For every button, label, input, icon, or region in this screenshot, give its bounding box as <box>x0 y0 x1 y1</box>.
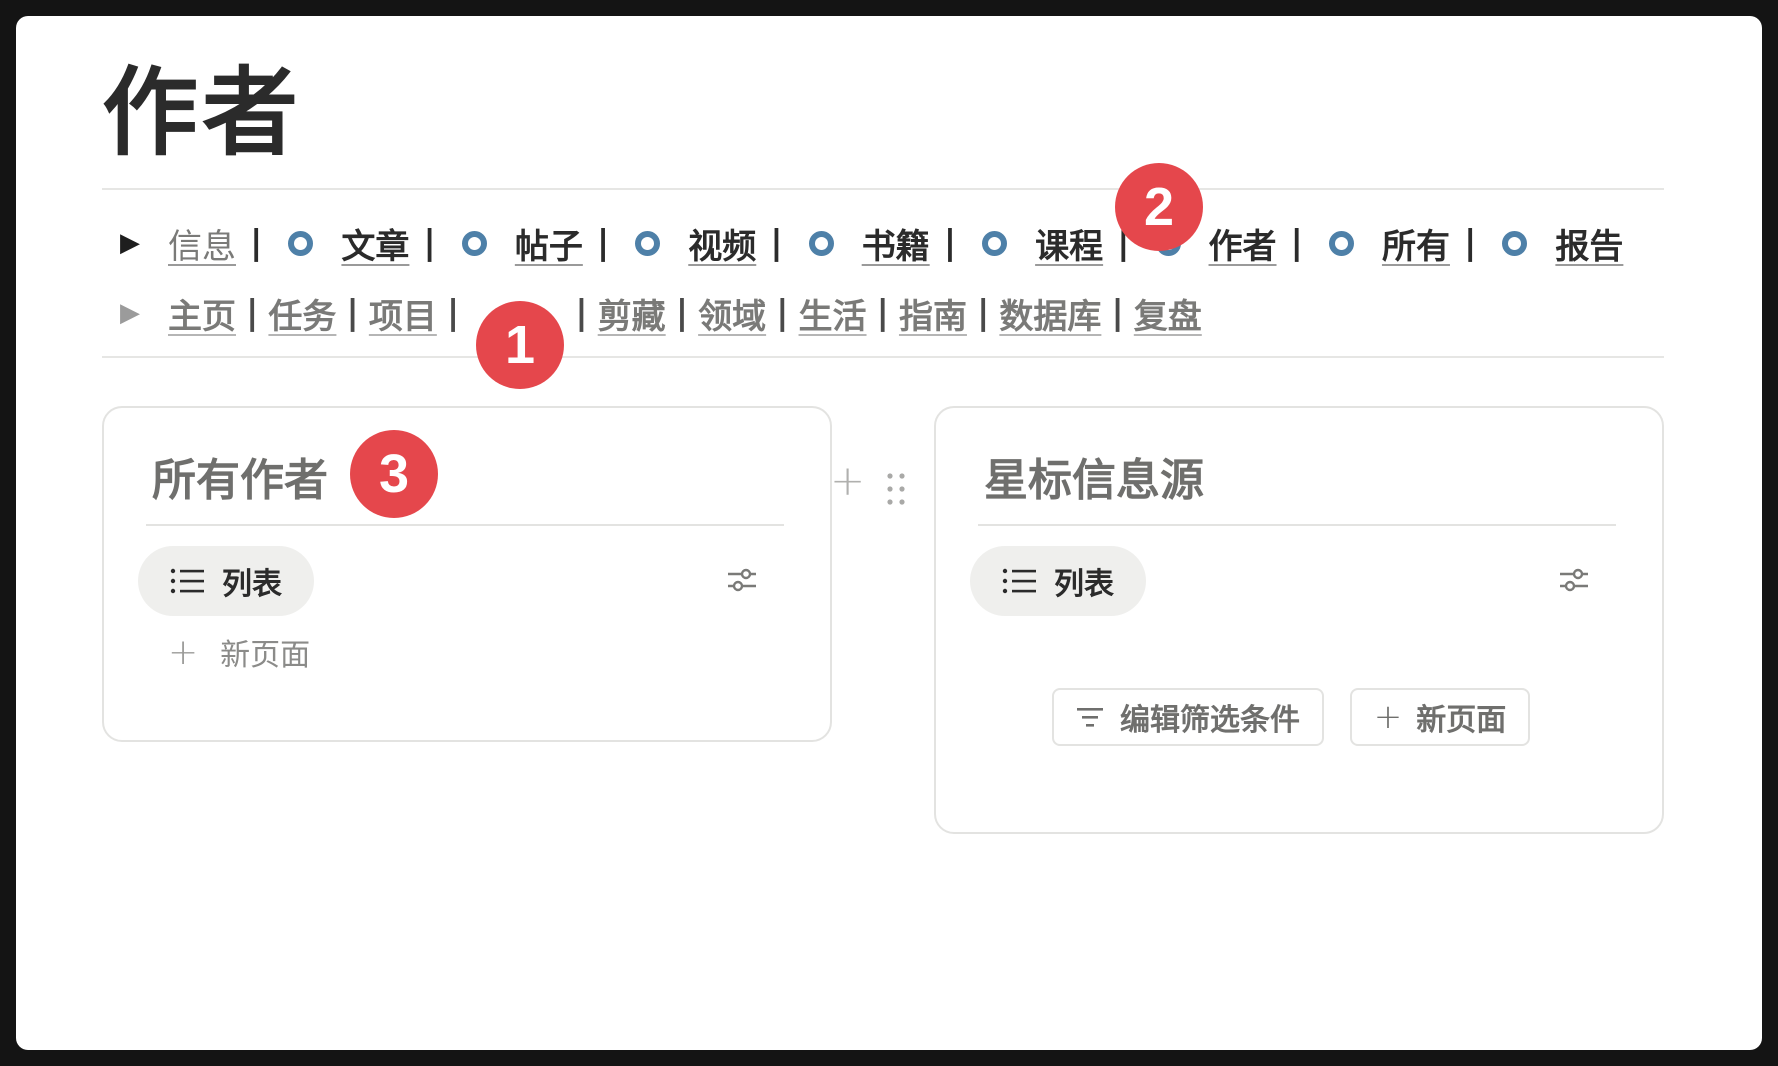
separator: | <box>423 223 436 263</box>
list-view-tab[interactable]: 列表 <box>970 546 1146 616</box>
list-icon <box>1002 568 1036 594</box>
separator: | <box>1463 223 1477 263</box>
circle-icon <box>1502 230 1528 256</box>
separator: | <box>575 293 588 333</box>
nav-link-reports[interactable]: 报告 <box>1555 219 1623 268</box>
page: 作者 ▶ 信息 | 文章 | 帖子 | 视频 | 书籍 | 课程 | 作者 | … <box>16 16 1762 1050</box>
nav-link-authors[interactable]: 作者 <box>1209 219 1277 268</box>
filter-icon <box>1077 708 1103 727</box>
nav-link-all[interactable]: 所有 <box>1382 219 1450 268</box>
nav-link-info[interactable]: 信息 <box>168 219 236 268</box>
nav-link-home[interactable]: 主页 <box>168 289 236 338</box>
separator: | <box>876 293 889 333</box>
nav-link-courses[interactable]: 课程 <box>1035 219 1103 268</box>
separator: | <box>346 293 359 333</box>
new-page-button[interactable]: + 新页面 <box>1350 688 1530 746</box>
nav-link-posts[interactable]: 帖子 <box>515 219 583 268</box>
separator: | <box>675 293 689 333</box>
settings-sliders-icon[interactable] <box>1558 566 1590 594</box>
top-divider <box>102 188 1664 190</box>
view-label: 列表 <box>222 567 282 602</box>
separator: | <box>596 223 610 263</box>
separator: | <box>446 293 460 333</box>
add-column-button[interactable]: + <box>830 456 865 505</box>
card-divider <box>978 524 1616 526</box>
nav-link-areas[interactable]: 领域 <box>698 289 766 338</box>
bottom-divider <box>102 356 1664 358</box>
separator: | <box>776 293 789 333</box>
view-label: 列表 <box>1054 567 1114 602</box>
separator: | <box>246 293 259 333</box>
list-icon <box>170 568 204 594</box>
new-page-label: 新页面 <box>220 638 311 673</box>
separator: | <box>943 223 957 263</box>
annotation-marker-1: 1 <box>476 301 564 389</box>
starred-sources-card: 星标信息源 列表 编辑筛选条件 + 新页面 <box>934 406 1664 834</box>
plus-icon: + <box>168 631 199 673</box>
circle-icon <box>1328 230 1354 256</box>
separator: | <box>1290 223 1303 263</box>
separator: | <box>976 293 990 333</box>
circle-icon <box>288 230 314 256</box>
circle-icon <box>808 230 834 256</box>
drag-handle-icon[interactable] <box>886 472 906 506</box>
nav-link-videos[interactable]: 视频 <box>688 219 756 268</box>
settings-sliders-icon[interactable] <box>726 566 758 594</box>
card-title: 所有作者 <box>152 455 328 506</box>
circle-icon <box>982 230 1008 256</box>
annotation-marker-3: 3 <box>350 430 438 518</box>
card-divider <box>146 524 784 526</box>
edit-filter-button[interactable]: 编辑筛选条件 <box>1052 688 1324 746</box>
annotation-marker-2: 2 <box>1115 163 1203 251</box>
edit-filter-label: 编辑筛选条件 <box>1120 703 1300 738</box>
nav-link-life[interactable]: 生活 <box>799 289 867 338</box>
toggle-triangle-icon[interactable]: ▶ <box>120 228 142 258</box>
nav-link-tasks[interactable]: 任务 <box>268 289 336 338</box>
toggle-triangle-icon[interactable]: ▶ <box>120 298 142 328</box>
nav-link-books[interactable]: 书籍 <box>862 219 930 268</box>
nav-link-clips[interactable]: 剪藏 <box>598 289 666 338</box>
all-authors-card: 所有作者 列表 + 新页面 <box>102 406 832 742</box>
circle-icon <box>461 230 487 256</box>
nav-link-articles[interactable]: 文章 <box>341 219 409 268</box>
nav-link-review[interactable]: 复盘 <box>1134 289 1202 338</box>
separator: | <box>250 223 263 263</box>
list-view-tab[interactable]: 列表 <box>138 546 314 616</box>
nav-link-projects[interactable]: 项目 <box>369 289 437 338</box>
separator: | <box>770 223 783 263</box>
new-page-button[interactable]: + 新页面 <box>168 630 310 674</box>
card-title: 星标信息源 <box>984 455 1204 506</box>
circle-icon <box>635 230 661 256</box>
nav-row-2: ▶ 主页 | 任务 | 项目 | | 剪藏 | 领域 | 生活 | 指南 | 数… <box>120 288 1202 338</box>
separator: | <box>1111 293 1124 333</box>
plus-icon: + <box>1373 697 1403 737</box>
nav-link-database[interactable]: 数据库 <box>999 289 1101 338</box>
new-page-label: 新页面 <box>1416 703 1507 738</box>
nav-link-guides[interactable]: 指南 <box>899 289 967 338</box>
page-title: 作者 <box>102 57 302 169</box>
nav-row-1: ▶ 信息 | 文章 | 帖子 | 视频 | 书籍 | 课程 | 作者 | 所有 … <box>120 218 1623 268</box>
